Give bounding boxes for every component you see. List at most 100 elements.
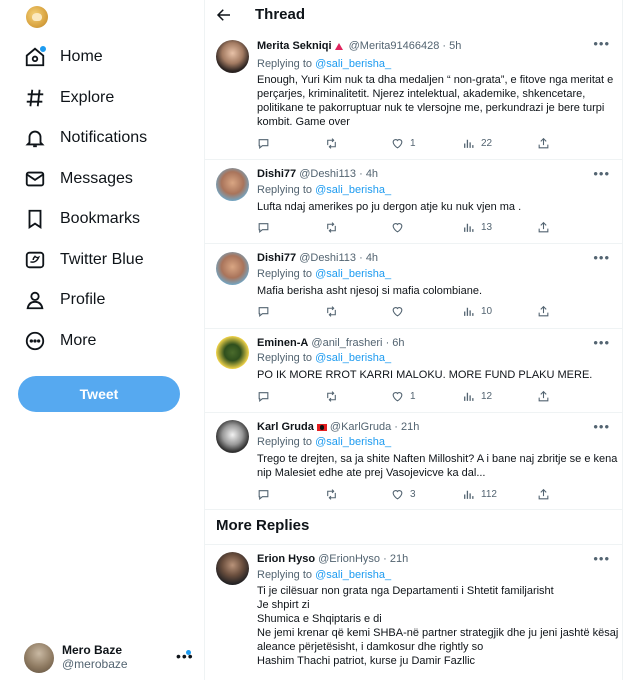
- reply-button[interactable]: [257, 221, 270, 234]
- author-name[interactable]: Dishi77: [257, 252, 296, 264]
- retweet-button[interactable]: [325, 390, 338, 403]
- timestamp[interactable]: · 21h: [394, 421, 419, 433]
- retweet-button[interactable]: [325, 488, 338, 501]
- view-count: 10: [481, 306, 493, 317]
- avatar[interactable]: [216, 168, 249, 201]
- tweet[interactable]: Eminen-A @anil_frasheri · 6h ••• Replyin…: [205, 329, 622, 413]
- like-button[interactable]: [391, 221, 410, 234]
- timestamp[interactable]: · 4h: [359, 168, 378, 180]
- reply-icon: [258, 307, 269, 317]
- author-handle[interactable]: @Deshi113: [299, 252, 356, 264]
- nav-twitter-blue[interactable]: Twitter Blue: [24, 243, 144, 277]
- reply-button[interactable]: [257, 488, 270, 501]
- share-button[interactable]: [537, 137, 550, 150]
- account-name: Mero Baze: [62, 643, 123, 658]
- author-handle[interactable]: @anil_frasheri: [311, 337, 382, 349]
- more-dots-icon[interactable]: •••: [593, 335, 610, 350]
- views-button[interactable]: 10: [462, 305, 492, 318]
- retweet-button[interactable]: [325, 305, 338, 318]
- share-button[interactable]: [537, 221, 550, 234]
- tweet[interactable]: Dishi77 @Deshi113 · 4h ••• Replying to @…: [205, 160, 622, 244]
- views-button[interactable]: 22: [462, 137, 492, 150]
- views-button[interactable]: 112: [462, 488, 497, 501]
- replying-to-link[interactable]: @sali_berisha_: [315, 268, 391, 280]
- avatar[interactable]: [216, 252, 249, 285]
- author-handle[interactable]: @Merita91466428: [349, 40, 440, 52]
- timestamp[interactable]: · 5h: [442, 40, 461, 52]
- reply-button[interactable]: [257, 305, 270, 318]
- replying-to-link[interactable]: @sali_berisha_: [315, 436, 391, 448]
- replying-to-link[interactable]: @sali_berisha_: [315, 58, 391, 70]
- avatar[interactable]: [216, 336, 249, 369]
- author-name[interactable]: Merita Sekniqi: [257, 40, 332, 52]
- timestamp[interactable]: · 4h: [359, 252, 378, 264]
- more-dots-icon[interactable]: •••: [176, 648, 194, 664]
- nav-bookmarks[interactable]: Bookmarks: [24, 202, 140, 236]
- share-icon: [538, 488, 549, 500]
- more-dots-icon[interactable]: •••: [593, 419, 610, 434]
- tweet[interactable]: Merita Sekniqi @Merita91466428 · 5h ••• …: [205, 34, 622, 160]
- account-switcher[interactable]: Mero Baze @merobaze •••: [24, 642, 194, 674]
- avatar[interactable]: [216, 420, 249, 453]
- tweet-actions: 1 12: [257, 390, 597, 404]
- main-column: Thread Merita Sekniqi @Merita91466428 · …: [205, 0, 622, 680]
- tweet-line: Enough, Yuri Kim nuk ta dha medaljen “ n…: [257, 74, 614, 86]
- view-count: 13: [481, 222, 493, 233]
- tweet-button[interactable]: Tweet: [18, 376, 180, 412]
- avatar[interactable]: [216, 552, 249, 585]
- author-handle[interactable]: @ErionHyso: [318, 553, 380, 565]
- reply-button[interactable]: [257, 137, 270, 150]
- view-count: 112: [481, 489, 497, 500]
- timestamp[interactable]: · 21h: [383, 553, 408, 565]
- avatar[interactable]: [216, 40, 249, 73]
- more-dots-icon[interactable]: •••: [593, 166, 610, 181]
- like-button[interactable]: 1: [391, 390, 416, 403]
- author-handle[interactable]: @Deshi113: [299, 168, 356, 180]
- replying-prefix: Replying to: [257, 436, 316, 448]
- retweet-button[interactable]: [325, 221, 338, 234]
- views-chart-icon: [464, 139, 474, 148]
- nav-explore-label: Explore: [60, 89, 115, 106]
- tweet-line: nip Malesiet edhe ate prej Vasojevicve k…: [257, 467, 486, 479]
- views-button[interactable]: 13: [462, 221, 492, 234]
- like-count: 3: [410, 489, 416, 500]
- replying-to-link[interactable]: @sali_berisha_: [315, 569, 391, 581]
- share-button[interactable]: [537, 390, 550, 403]
- tweet-text: PO IK MORE RROT KARRI MALOKU. MORE FUND …: [257, 368, 612, 382]
- tweet[interactable]: Karl Gruda @KarlGruda · 21h ••• Replying…: [205, 413, 622, 510]
- replying-to-link[interactable]: @sali_berisha_: [315, 352, 391, 364]
- nav-home[interactable]: Home: [24, 40, 103, 74]
- tweet[interactable]: Dishi77 @Deshi113 · 4h ••• Replying to @…: [205, 244, 622, 329]
- more-dots-icon[interactable]: •••: [593, 36, 610, 51]
- more-dots-icon[interactable]: •••: [593, 250, 610, 265]
- replying-prefix: Replying to: [257, 58, 316, 70]
- reply-button[interactable]: [257, 390, 270, 403]
- like-button[interactable]: [391, 305, 410, 318]
- author-name[interactable]: Karl Gruda: [257, 421, 314, 433]
- nav-notifications[interactable]: Notifications: [24, 121, 147, 155]
- replying-prefix: Replying to: [257, 268, 316, 280]
- nav-messages[interactable]: Messages: [24, 162, 133, 196]
- doge-logo-icon[interactable]: [26, 6, 48, 28]
- nav-explore[interactable]: Explore: [24, 81, 114, 115]
- like-button[interactable]: 1: [391, 137, 416, 150]
- nav-more[interactable]: More: [24, 324, 96, 358]
- replying-to-link[interactable]: @sali_berisha_: [315, 184, 391, 196]
- views-button[interactable]: 12: [462, 390, 492, 403]
- like-button[interactable]: 3: [391, 488, 416, 501]
- tweet[interactable]: Erion Hyso @ErionHyso · 21h ••• Replying…: [205, 544, 622, 681]
- author-name[interactable]: Eminen-A: [257, 337, 308, 349]
- share-button[interactable]: [537, 305, 550, 318]
- share-button[interactable]: [537, 488, 550, 501]
- tweet-text: Lufta ndaj amerikes po ju dergon atje ku…: [257, 200, 612, 214]
- retweet-button[interactable]: [325, 137, 338, 150]
- author-name[interactable]: Dishi77: [257, 168, 296, 180]
- nav-profile[interactable]: Profile: [24, 283, 105, 317]
- author-handle[interactable]: @KarlGruda: [330, 421, 391, 433]
- views-chart-icon: [464, 392, 474, 401]
- timestamp[interactable]: · 6h: [386, 337, 405, 349]
- more-dots-icon[interactable]: •••: [593, 551, 610, 566]
- author-name[interactable]: Erion Hyso: [257, 553, 315, 565]
- tweet-line: Shumica e Shqiptaris e di: [257, 613, 382, 625]
- back-arrow-icon[interactable]: [215, 6, 233, 24]
